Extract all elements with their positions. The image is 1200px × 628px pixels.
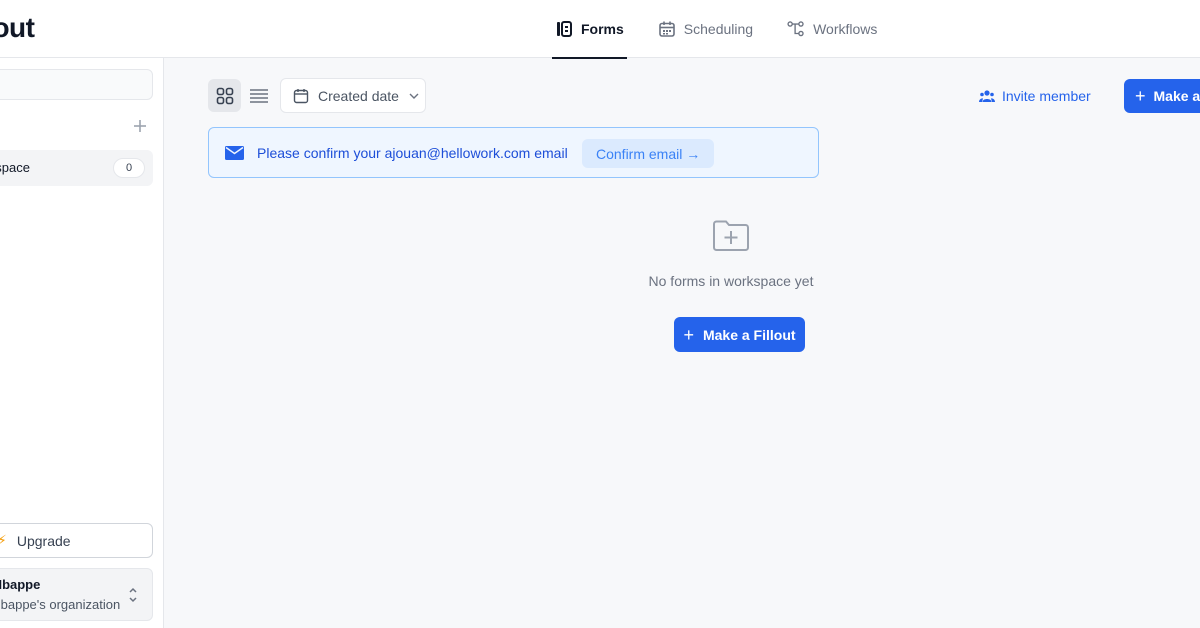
tab-forms[interactable]: Forms bbox=[552, 0, 627, 59]
plus-icon: + bbox=[1135, 86, 1146, 106]
add-workspace-button[interactable] bbox=[130, 118, 150, 138]
account-name: Jean Mbappe bbox=[0, 577, 41, 592]
banner-message: Please confirm your ajouan@hellowork.com… bbox=[257, 145, 568, 161]
sidebar-item-workspace[interactable]: My Workspace 0 bbox=[0, 150, 153, 186]
make-fillout-label: Make a Fillout bbox=[1153, 88, 1200, 104]
top-bar: Fillout Forms Scheduling Workflows bbox=[0, 0, 1200, 59]
sidebar-search[interactable] bbox=[0, 69, 153, 100]
confirm-email-button[interactable]: Confirm email → bbox=[582, 139, 715, 168]
make-fillout-button[interactable]: + Make a Fillout bbox=[1124, 79, 1200, 113]
main-nav: Forms Scheduling Workflows bbox=[552, 0, 908, 59]
upgrade-label: Upgrade bbox=[16, 532, 71, 549]
lightning-icon: ⚡ bbox=[0, 532, 7, 548]
confirm-email-banner: Please confirm your ajouan@hellowork.com… bbox=[208, 127, 819, 178]
grid-view-button[interactable] bbox=[208, 79, 241, 112]
folder-plus-icon bbox=[713, 220, 749, 251]
make-fillout-main-label: Make a Fillout bbox=[702, 326, 796, 343]
forms-icon bbox=[555, 20, 573, 38]
mail-icon bbox=[225, 146, 244, 160]
list-icon bbox=[249, 88, 268, 103]
tab-forms-label: Forms bbox=[581, 21, 624, 37]
calendar-icon bbox=[658, 20, 676, 38]
brand-text: Fillout bbox=[0, 12, 35, 43]
tab-workflows[interactable]: Workflows bbox=[784, 0, 880, 58]
workspace-label: My Workspace bbox=[0, 160, 30, 175]
view-toggle bbox=[208, 79, 276, 112]
invite-member-button[interactable]: Invite member bbox=[979, 86, 1091, 106]
workspace-count-badge: 0 bbox=[113, 158, 145, 178]
sidebar: My Workspace 0 ⚡ Upgrade Jean Mbappe Jea… bbox=[0, 58, 164, 628]
brand-logo[interactable]: Fillout bbox=[0, 12, 35, 44]
sort-dropdown[interactable]: Created date bbox=[280, 78, 426, 113]
upgrade-button[interactable]: ⚡ Upgrade bbox=[0, 523, 153, 558]
calendar-icon bbox=[293, 88, 309, 103]
empty-state-message: No forms in workspace yet bbox=[648, 273, 814, 289]
tab-scheduling-label: Scheduling bbox=[683, 21, 754, 37]
plus-icon: + bbox=[683, 324, 694, 345]
tab-scheduling[interactable]: Scheduling bbox=[655, 0, 756, 58]
users-icon bbox=[979, 90, 995, 102]
invite-label: Invite member bbox=[1002, 88, 1091, 104]
make-fillout-main-button[interactable]: + Make a Fillout bbox=[674, 317, 805, 352]
chevron-updown-icon bbox=[128, 585, 138, 605]
plus-icon bbox=[134, 120, 146, 132]
chevron-down-icon bbox=[409, 93, 419, 99]
tab-workflows-label: Workflows bbox=[813, 21, 878, 37]
account-org: Jean Mbappe's organization bbox=[0, 597, 121, 612]
workflow-icon bbox=[787, 20, 805, 38]
list-view-button[interactable] bbox=[242, 79, 275, 112]
grid-icon bbox=[216, 87, 233, 104]
sort-label: Created date bbox=[318, 87, 399, 104]
account-switcher[interactable]: Jean Mbappe Jean Mbappe's organization bbox=[0, 568, 153, 621]
